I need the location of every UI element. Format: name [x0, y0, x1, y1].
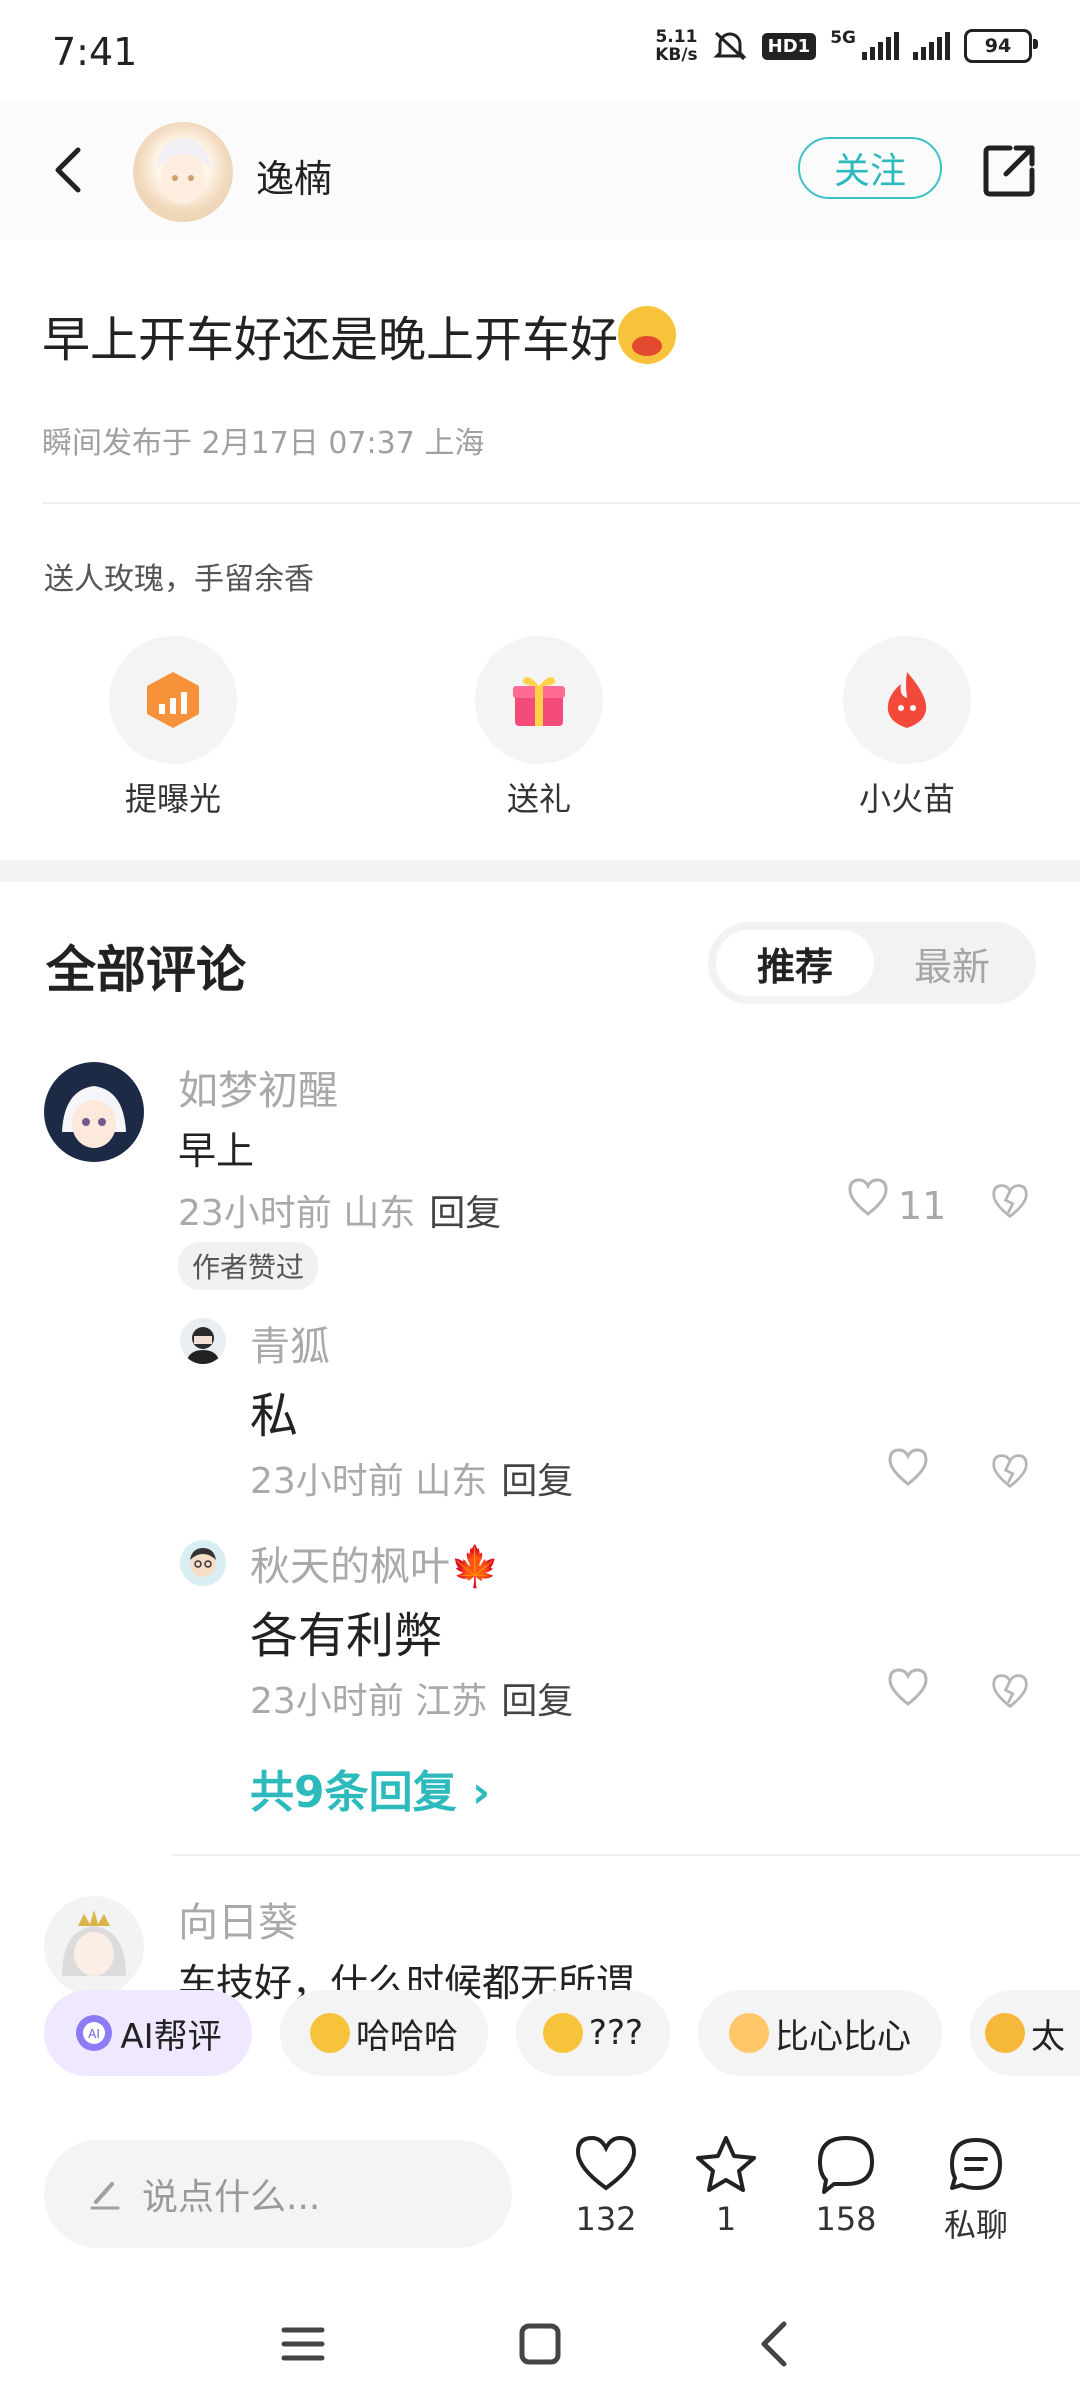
tab-recommended[interactable]: 推荐 — [716, 930, 874, 996]
comment-bubble-icon — [818, 2136, 874, 2194]
menu-icon[interactable] — [280, 2324, 326, 2364]
dislike-icon[interactable] — [990, 1672, 1030, 1710]
thinking-emoji-icon — [542, 2013, 583, 2053]
heart-icon[interactable] — [886, 1666, 930, 1708]
comments-button[interactable]: 158 — [796, 2134, 896, 2238]
system-nav-bar — [0, 2290, 1080, 2400]
commenter-avatar[interactable] — [44, 1062, 144, 1162]
thumbs-chip[interactable]: 太 — [970, 1990, 1080, 2076]
signal-icon-2 — [913, 32, 950, 60]
ai-icon: AI — [76, 2015, 113, 2051]
gift-caption: 送人玫瑰，手留余香 — [44, 562, 314, 597]
favorite-button[interactable]: 1 — [676, 2134, 776, 2238]
signal-icon — [862, 32, 899, 60]
divider — [172, 1854, 1080, 1856]
dislike-icon[interactable] — [990, 1452, 1030, 1490]
reply-meta: 23小时前 山东 回复 — [250, 1461, 574, 1502]
star-icon — [696, 2136, 756, 2192]
flame-action[interactable]: 小火苗 — [842, 636, 972, 820]
send-gift-action[interactable]: 送礼 — [474, 636, 604, 820]
question-chip[interactable]: ??? — [516, 1990, 670, 2076]
boost-action[interactable]: 提曝光 — [108, 636, 238, 820]
finger-heart-icon — [729, 2013, 769, 2053]
more-replies-link[interactable]: 共9条回复 › — [250, 1756, 490, 1820]
battery-icon: 94 — [964, 29, 1038, 63]
commenter-name[interactable]: 如梦初醒 — [178, 1058, 338, 1116]
private-chat-button[interactable]: 私聊 — [926, 2134, 1026, 2246]
ai-comment-chip[interactable]: AI AI帮评 — [44, 1990, 252, 2076]
heart-icon[interactable] — [886, 1446, 930, 1488]
divider — [42, 502, 1080, 504]
comment-input[interactable]: 说点什么... — [44, 2140, 512, 2248]
status-time: 7:41 — [52, 30, 138, 74]
laugh-chip[interactable]: 哈哈哈 — [280, 1990, 488, 2076]
like-post-button[interactable]: 132 — [556, 2134, 656, 2238]
reply-text[interactable]: 私 — [250, 1376, 298, 1446]
like-count: 11 — [898, 1184, 947, 1228]
home-icon[interactable] — [518, 2322, 562, 2366]
reply-button[interactable]: 回复 — [429, 1193, 501, 1234]
reply-name[interactable]: 秋天的枫叶🍁 — [250, 1534, 500, 1592]
commenter-avatar[interactable] — [44, 1896, 144, 1996]
section-separator — [0, 860, 1080, 882]
post-meta: 瞬间发布于 2月17日 07:37 上海 — [42, 426, 485, 461]
reply-button[interactable]: 回复 — [501, 1681, 573, 1722]
svg-text:AI: AI — [88, 2027, 100, 2041]
hd-badge: HD1 — [761, 32, 817, 60]
network-speed: 5.11 KB/s — [655, 27, 698, 65]
laugh-emoji-icon — [310, 2013, 350, 2053]
status-bar: 7:41 5.11 KB/s HD1 5G 94 — [0, 0, 1080, 100]
tab-latest[interactable]: 最新 — [892, 930, 1012, 996]
share-icon[interactable] — [980, 140, 1040, 200]
heart-hands-chip[interactable]: 比心比心 — [698, 1990, 942, 2076]
heart-icon — [575, 2135, 637, 2191]
network-type: 5G — [830, 28, 856, 48]
author-name[interactable]: 逸楠 — [256, 148, 332, 203]
reply-button[interactable]: 回复 — [501, 1461, 573, 1502]
flame-icon — [887, 672, 927, 728]
follow-button[interactable]: 关注 — [798, 137, 942, 199]
heart-icon[interactable] — [846, 1176, 890, 1218]
mute-bell-icon — [713, 31, 747, 61]
thumbs-up-icon — [985, 2013, 1025, 2053]
commenter-name[interactable]: 向日葵 — [178, 1890, 298, 1948]
back-arrow-icon[interactable] — [40, 140, 100, 200]
dislike-icon[interactable] — [990, 1182, 1030, 1220]
pen-icon — [90, 2182, 120, 2210]
boost-icon — [147, 672, 199, 728]
status-icons: 5.11 KB/s HD1 5G 94 — [655, 27, 1038, 65]
chat-icon — [950, 2138, 1002, 2190]
emoji-icon — [618, 306, 677, 364]
post-title: 早上开车好还是晚上开车好 — [42, 300, 677, 370]
author-liked-badge: 作者赞过 — [178, 1242, 319, 1290]
back-icon[interactable] — [756, 2320, 792, 2368]
gift-icon — [513, 677, 565, 726]
reply-avatar[interactable] — [180, 1540, 226, 1586]
comment-text[interactable]: 早上 — [178, 1120, 254, 1175]
comments-title: 全部评论 — [46, 941, 246, 999]
reply-meta: 23小时前 江苏 回复 — [250, 1681, 574, 1722]
author-avatar[interactable] — [133, 122, 233, 222]
reply-name[interactable]: 青狐 — [250, 1314, 330, 1372]
reply-avatar[interactable] — [180, 1318, 226, 1364]
comment-meta: 23小时前 山东 回复 — [178, 1193, 502, 1234]
reply-text[interactable]: 各有利弊 — [250, 1596, 442, 1666]
